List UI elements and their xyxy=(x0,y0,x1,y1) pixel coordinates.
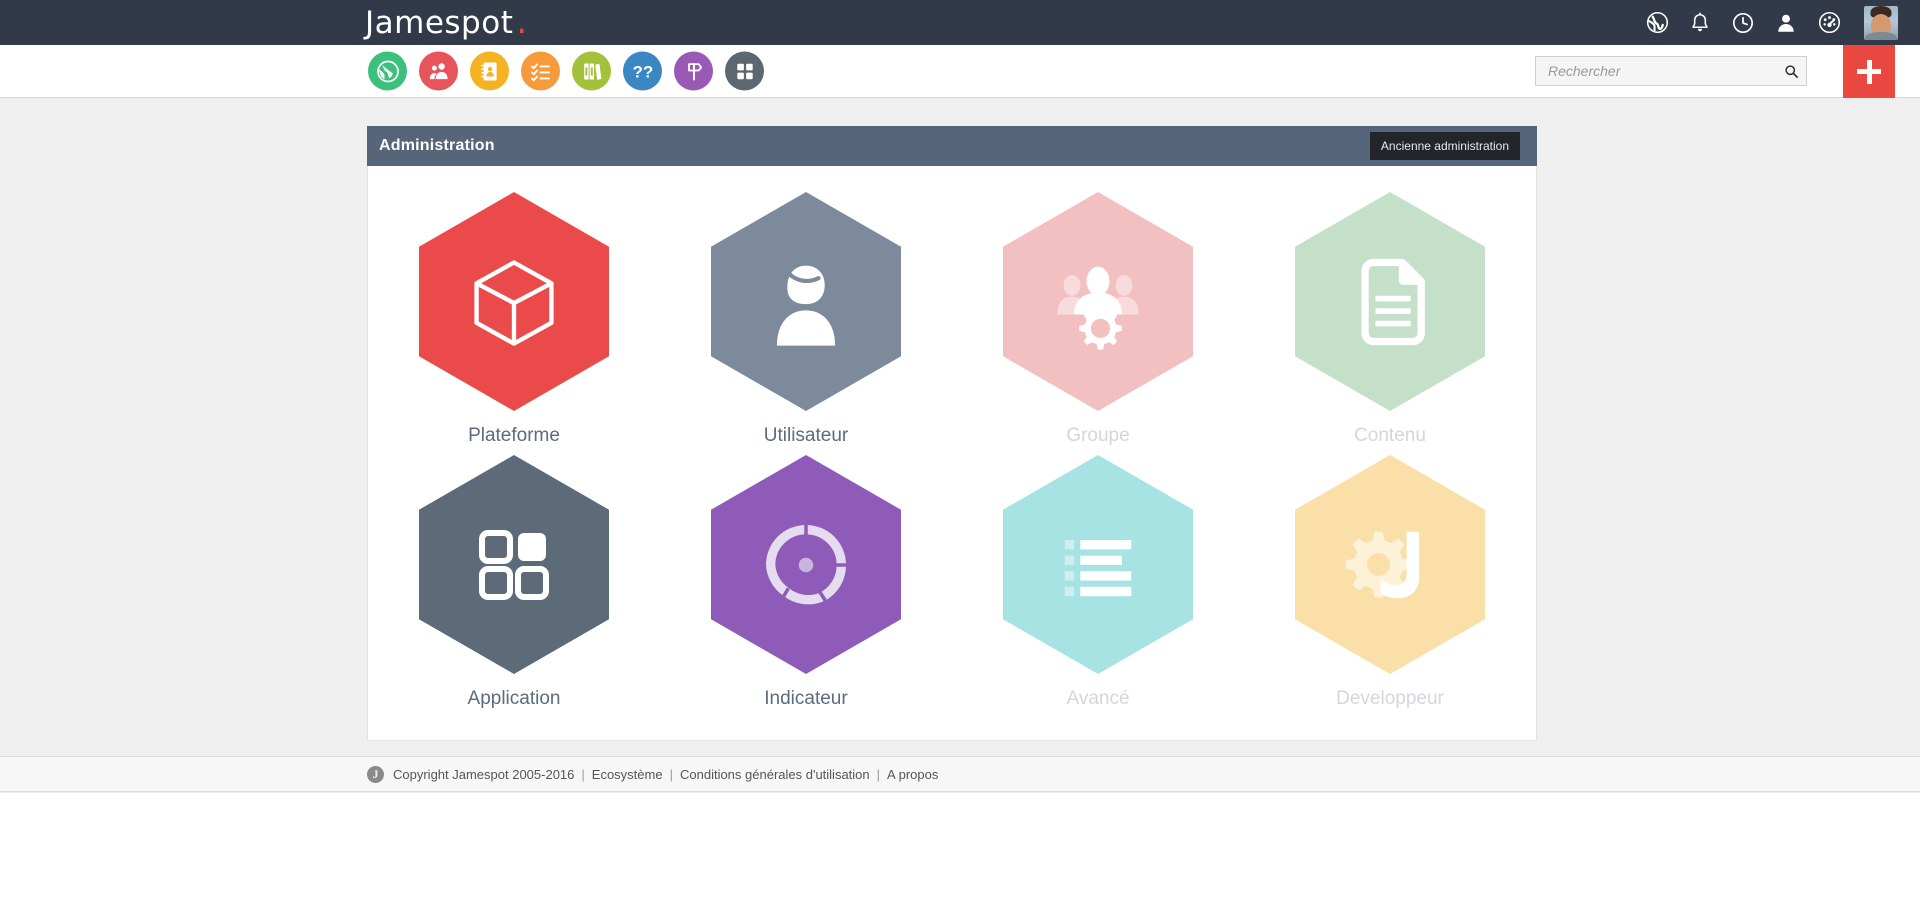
tile-contenu[interactable]: Contenu xyxy=(1244,192,1536,447)
tile-label-developpeur: Developpeur xyxy=(1336,688,1444,709)
list-icon xyxy=(1064,539,1132,596)
avatar-shirt xyxy=(1865,31,1897,40)
group-gear-icon xyxy=(1057,266,1139,350)
tile-label-groupe: Groupe xyxy=(1066,425,1130,446)
tile-label-indicateur: Indicateur xyxy=(764,688,848,709)
nav-library-icon[interactable] xyxy=(572,51,611,91)
panel-body: Plateforme Utilisateur Groupe Contenu Ap… xyxy=(367,166,1537,741)
dashboard-icon[interactable] xyxy=(1817,11,1841,35)
user-icon[interactable] xyxy=(1774,11,1798,35)
plus-icon-vertical xyxy=(1866,59,1872,84)
document-icon xyxy=(1361,258,1425,345)
apps-grid-icon xyxy=(479,529,549,600)
panel-header: Administration Ancienne administration xyxy=(367,126,1537,166)
user-icon xyxy=(776,265,836,346)
nav-help-icon[interactable]: ?? xyxy=(623,51,662,91)
globe-icon[interactable] xyxy=(1645,11,1669,35)
footer-logo-icon: J xyxy=(367,765,384,783)
footer-separator-3: | xyxy=(876,766,881,782)
tile-indicateur[interactable]: Indicateur xyxy=(660,455,952,710)
hexagon-contenu xyxy=(1295,192,1485,411)
tile-utilisateur[interactable]: Utilisateur xyxy=(660,192,952,447)
footer-separator-2: | xyxy=(669,766,673,782)
hexagon-avance xyxy=(1003,455,1193,674)
nav-bar: ?? xyxy=(0,45,1920,98)
top-bar: Jamespot . xyxy=(0,0,1920,45)
footer-link-cgu[interactable]: Conditions générales d'utilisation xyxy=(680,767,870,782)
logo-text: Jamespot xyxy=(365,4,514,41)
tile-label-utilisateur: Utilisateur xyxy=(763,425,849,446)
below-footer-area xyxy=(0,793,1920,910)
hexagon-application xyxy=(419,455,609,674)
tile-label-plateforme: Plateforme xyxy=(468,425,560,446)
search-input[interactable] xyxy=(1535,56,1807,86)
hexagon-plateforme xyxy=(419,192,609,411)
tile-groupe[interactable]: Groupe xyxy=(952,192,1244,447)
footer-links: Copyright Jamespot 2005-2016 | Ecosystèm… xyxy=(393,767,938,782)
footer-link-apropos[interactable]: A propos xyxy=(887,767,938,782)
clock-icon[interactable] xyxy=(1731,11,1755,35)
bell-icon[interactable] xyxy=(1688,11,1712,35)
hexagon-developpeur xyxy=(1295,455,1485,674)
donut-chart-icon xyxy=(765,523,847,604)
nav-people-icon[interactable] xyxy=(419,51,458,91)
add-button[interactable] xyxy=(1843,45,1895,98)
footer-inner: J Copyright Jamespot 2005-2016 | Ecosyst… xyxy=(367,765,938,783)
nav-tasks-icon[interactable] xyxy=(521,51,560,91)
hexagon-utilisateur xyxy=(711,192,901,411)
footer-copyright: Copyright Jamespot 2005-2016 xyxy=(393,766,575,782)
administration-panel: Administration Ancienne administration P… xyxy=(367,126,1537,741)
app-logo[interactable]: Jamespot . xyxy=(365,5,528,41)
avatar[interactable] xyxy=(1864,5,1898,40)
search-icon[interactable] xyxy=(1781,61,1801,81)
page-body: Administration Ancienne administration P… xyxy=(0,98,1920,910)
page-title: Administration xyxy=(379,137,495,154)
gear-j-icon xyxy=(1345,531,1420,598)
tile-application[interactable]: Application xyxy=(368,455,660,710)
footer-link-ecosysteme[interactable]: Ecosystème xyxy=(592,767,663,782)
nav-signpost-icon[interactable] xyxy=(674,51,713,91)
nav-icon-group: ?? xyxy=(368,51,764,91)
top-bar-icons xyxy=(1645,0,1898,45)
nav-apps-icon[interactable] xyxy=(725,51,764,91)
hexagon-groupe xyxy=(1003,192,1193,411)
search-container xyxy=(1535,56,1807,86)
tile-label-avance: Avancé xyxy=(1066,688,1130,709)
nav-directory-icon[interactable] xyxy=(470,51,509,91)
tile-plateforme[interactable]: Plateforme xyxy=(368,192,660,447)
tile-developpeur[interactable]: Developpeur xyxy=(1244,455,1536,710)
footer: J Copyright Jamespot 2005-2016 | Ecosyst… xyxy=(0,756,1920,792)
tile-avance[interactable]: Avancé xyxy=(952,455,1244,710)
old-admin-button[interactable]: Ancienne administration xyxy=(1369,132,1520,160)
hexagon-indicateur xyxy=(711,455,901,674)
nav-globe-icon[interactable] xyxy=(368,51,407,91)
tile-label-application: Application xyxy=(467,688,561,709)
svg-text:??: ?? xyxy=(632,62,653,81)
tile-label-contenu: Contenu xyxy=(1354,425,1426,446)
footer-separator-1: | xyxy=(581,766,585,782)
cube-icon xyxy=(474,259,554,346)
admin-tile-grid: Plateforme Utilisateur Groupe Contenu Ap… xyxy=(368,192,1536,710)
